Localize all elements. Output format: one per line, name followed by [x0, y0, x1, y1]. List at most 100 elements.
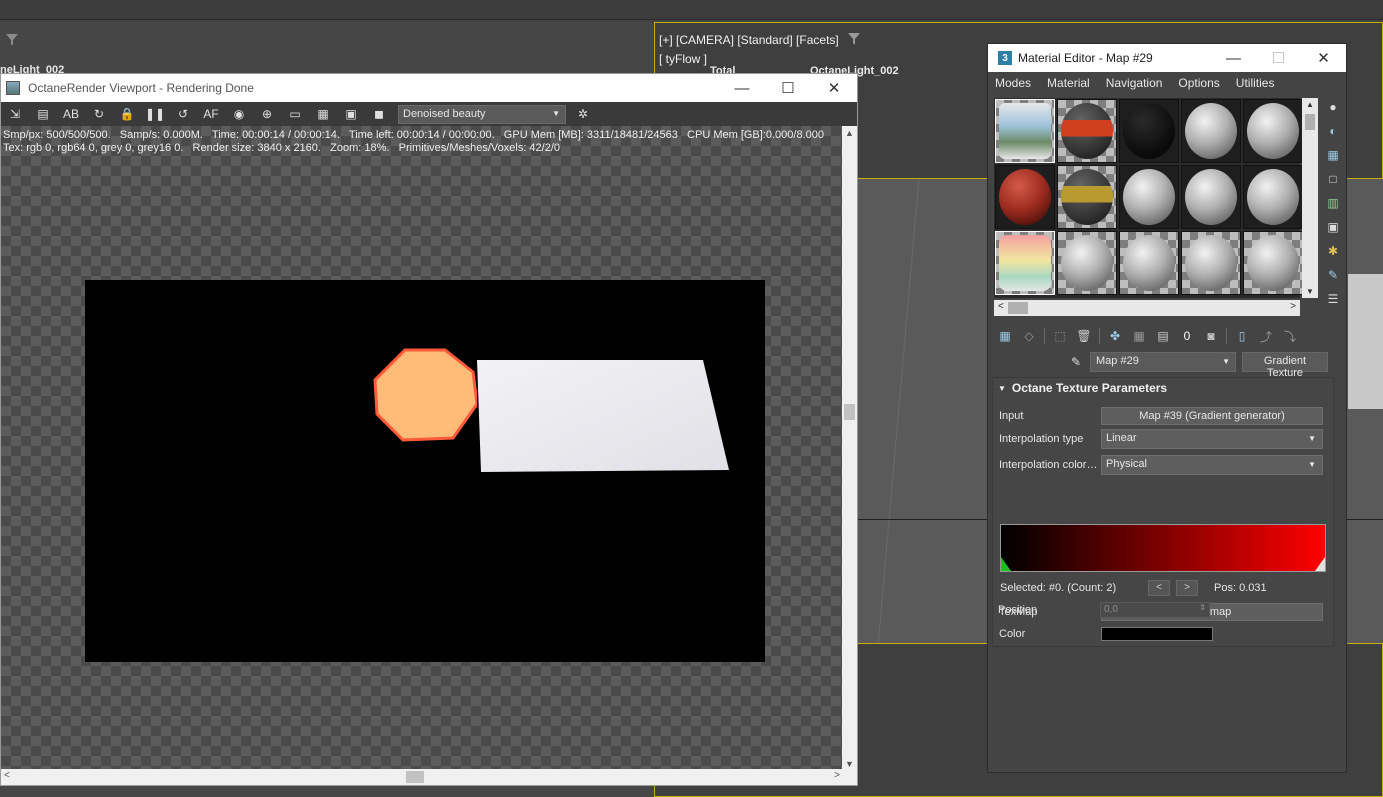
sample-type-icon[interactable]: ● [1324, 98, 1342, 116]
save-icon[interactable]: ▤ [1154, 327, 1172, 345]
material-slot[interactable] [1181, 165, 1241, 229]
display-icon[interactable]: ▭ [284, 104, 306, 124]
viewport-header-label[interactable]: [+] [CAMERA] [Standard] [Facets] [659, 33, 839, 47]
show-map-icon[interactable]: ◙ [1202, 327, 1220, 345]
next-flag-button[interactable]: > [1176, 580, 1198, 596]
af-icon[interactable]: AF [200, 104, 222, 124]
video-color-check-icon[interactable]: ▥ [1324, 194, 1342, 212]
scroll-down-arrow[interactable]: ▼ [1306, 287, 1314, 296]
slots-vertical-scrollbar[interactable]: ▲ ▼ [1302, 98, 1318, 298]
make-unique-icon[interactable]: ✤ [1106, 327, 1124, 345]
put-to-scene-icon[interactable]: ◇ [1020, 327, 1038, 345]
copy-icon[interactable]: ▤ [32, 104, 54, 124]
viewport-subheader[interactable]: [ tyFlow ] [659, 52, 707, 66]
material-slot-active[interactable] [995, 231, 1055, 295]
lock-icon[interactable]: 🔒 [116, 104, 138, 124]
scroll-left-arrow[interactable]: < [998, 301, 1004, 312]
scroll-right-arrow[interactable]: > [1290, 301, 1296, 312]
interpolation-type-dropdown[interactable]: Linear ▼ [1101, 429, 1323, 449]
material-slot[interactable] [1181, 231, 1241, 295]
select-by-material-icon[interactable]: ✎ [1324, 266, 1342, 284]
render-pass-dropdown[interactable]: Denoised beauty ▼ [398, 104, 566, 124]
assign-to-selection-icon[interactable]: ⬚ [1051, 327, 1069, 345]
map-type-button[interactable]: Gradient Texture [1242, 352, 1328, 379]
settings-icon[interactable]: ▣ [340, 104, 362, 124]
material-slot[interactable] [1057, 231, 1117, 295]
scroll-thumb[interactable] [844, 404, 855, 420]
gear-icon[interactable]: ✲ [572, 104, 594, 124]
spinner-arrows-icon[interactable]: ⇕ [1199, 603, 1206, 612]
go-forward-sibling-icon[interactable]: ⤵ [1281, 327, 1299, 345]
close-button[interactable]: ✕ [811, 74, 857, 102]
scroll-thumb[interactable] [406, 771, 424, 783]
eyedropper-icon[interactable]: ✎ [1068, 354, 1084, 370]
sample-uv-icon[interactable]: □ [1324, 170, 1342, 188]
make-preview-icon[interactable]: ▣ [1324, 218, 1342, 236]
prev-flag-button[interactable]: < [1148, 580, 1170, 596]
filter-icon[interactable] [6, 34, 18, 46]
pause-icon[interactable]: ❚❚ [144, 104, 166, 124]
delete-icon[interactable]: 🗑 [1075, 327, 1093, 345]
minimize-button[interactable]: — [719, 74, 765, 102]
vertical-scrollbar[interactable]: ▲ ▼ [842, 126, 857, 771]
scroll-up-arrow[interactable]: ▲ [845, 128, 854, 138]
color-swatch[interactable] [1101, 627, 1213, 641]
options-icon[interactable]: ✱ [1324, 242, 1342, 260]
render-canvas[interactable]: Smp/px: 500/500/500. Samp/s: 0.000M. Tim… [1, 126, 844, 771]
scroll-up-arrow[interactable]: ▲ [1306, 100, 1314, 109]
filter-icon[interactable] [848, 33, 861, 45]
film-icon[interactable]: ▦ [312, 104, 334, 124]
show-end-result-icon[interactable]: ▯ [1233, 327, 1251, 345]
menu-utilities[interactable]: Utilities [1236, 76, 1275, 90]
interpolation-color-dropdown[interactable]: Physical ▼ [1101, 455, 1323, 475]
close-button[interactable]: ✕ [1301, 44, 1346, 72]
gradient-editor[interactable] [1000, 524, 1326, 572]
refresh-icon[interactable]: ↻ [88, 104, 110, 124]
material-slot[interactable] [1243, 99, 1303, 163]
material-slot[interactable] [995, 165, 1055, 229]
scroll-left-arrow[interactable]: < [4, 770, 10, 781]
viewport-header[interactable]: [+] [CAMERA] [Standard] [Facets] [659, 33, 861, 47]
menu-options[interactable]: Options [1178, 76, 1219, 90]
maximize-button[interactable]: ☐ [765, 74, 811, 102]
menu-modes[interactable]: Modes [995, 76, 1031, 90]
material-editor-titlebar[interactable]: 3 Material Editor - Map #29 — ☐ ✕ [988, 44, 1346, 72]
material-id-icon[interactable]: 0 [1178, 327, 1196, 345]
maximize-button[interactable]: ☐ [1256, 44, 1301, 72]
background-checker-icon[interactable]: ▦ [1324, 146, 1342, 164]
material-slot[interactable] [995, 99, 1055, 163]
region-icon[interactable]: ⊕ [256, 104, 278, 124]
export-icon[interactable]: ⇲ [4, 104, 26, 124]
rollout-header[interactable]: ▼ Octane Texture Parameters [993, 378, 1333, 398]
ab-compare-icon[interactable]: AB [60, 104, 82, 124]
put-to-library-icon[interactable]: ▦ [1130, 327, 1148, 345]
camera-icon[interactable]: ◼ [368, 104, 390, 124]
menu-material[interactable]: Material [1047, 76, 1090, 90]
go-to-parent-icon[interactable]: ⤴ [1257, 327, 1275, 345]
material-slot[interactable] [1243, 231, 1303, 295]
material-navigator-icon[interactable]: ☰ [1324, 290, 1342, 308]
scroll-thumb[interactable] [1008, 302, 1028, 314]
minimize-button[interactable]: — [1211, 44, 1256, 72]
scroll-down-arrow[interactable]: ▼ [845, 759, 854, 769]
horizontal-scrollbar[interactable]: < > [1, 769, 844, 785]
material-slot[interactable] [1243, 165, 1303, 229]
map-name-dropdown[interactable]: Map #29 ▼ [1090, 352, 1236, 372]
material-slot[interactable] [1119, 165, 1179, 229]
material-slot[interactable] [1057, 165, 1117, 229]
material-slot[interactable] [1181, 99, 1241, 163]
material-slot[interactable] [1057, 99, 1117, 163]
input-map-button[interactable]: Map #39 (Gradient generator) [1101, 407, 1323, 425]
menu-navigation[interactable]: Navigation [1106, 76, 1163, 90]
restart-icon[interactable]: ↺ [172, 104, 194, 124]
octane-titlebar[interactable]: OctaneRender Viewport - Rendering Done —… [1, 74, 857, 102]
position-spinner[interactable]: 0,0 ⇕ [1100, 602, 1210, 618]
scroll-right-arrow[interactable]: > [834, 770, 840, 781]
gradient-flag-end[interactable] [1315, 557, 1325, 571]
gradient-flag-start[interactable] [1001, 557, 1011, 571]
material-slot[interactable] [1119, 231, 1179, 295]
material-slot[interactable] [1119, 99, 1179, 163]
color-wheel-icon[interactable]: ◉ [228, 104, 250, 124]
get-material-icon[interactable]: ▦ [996, 327, 1014, 345]
scroll-thumb[interactable] [1305, 114, 1315, 130]
